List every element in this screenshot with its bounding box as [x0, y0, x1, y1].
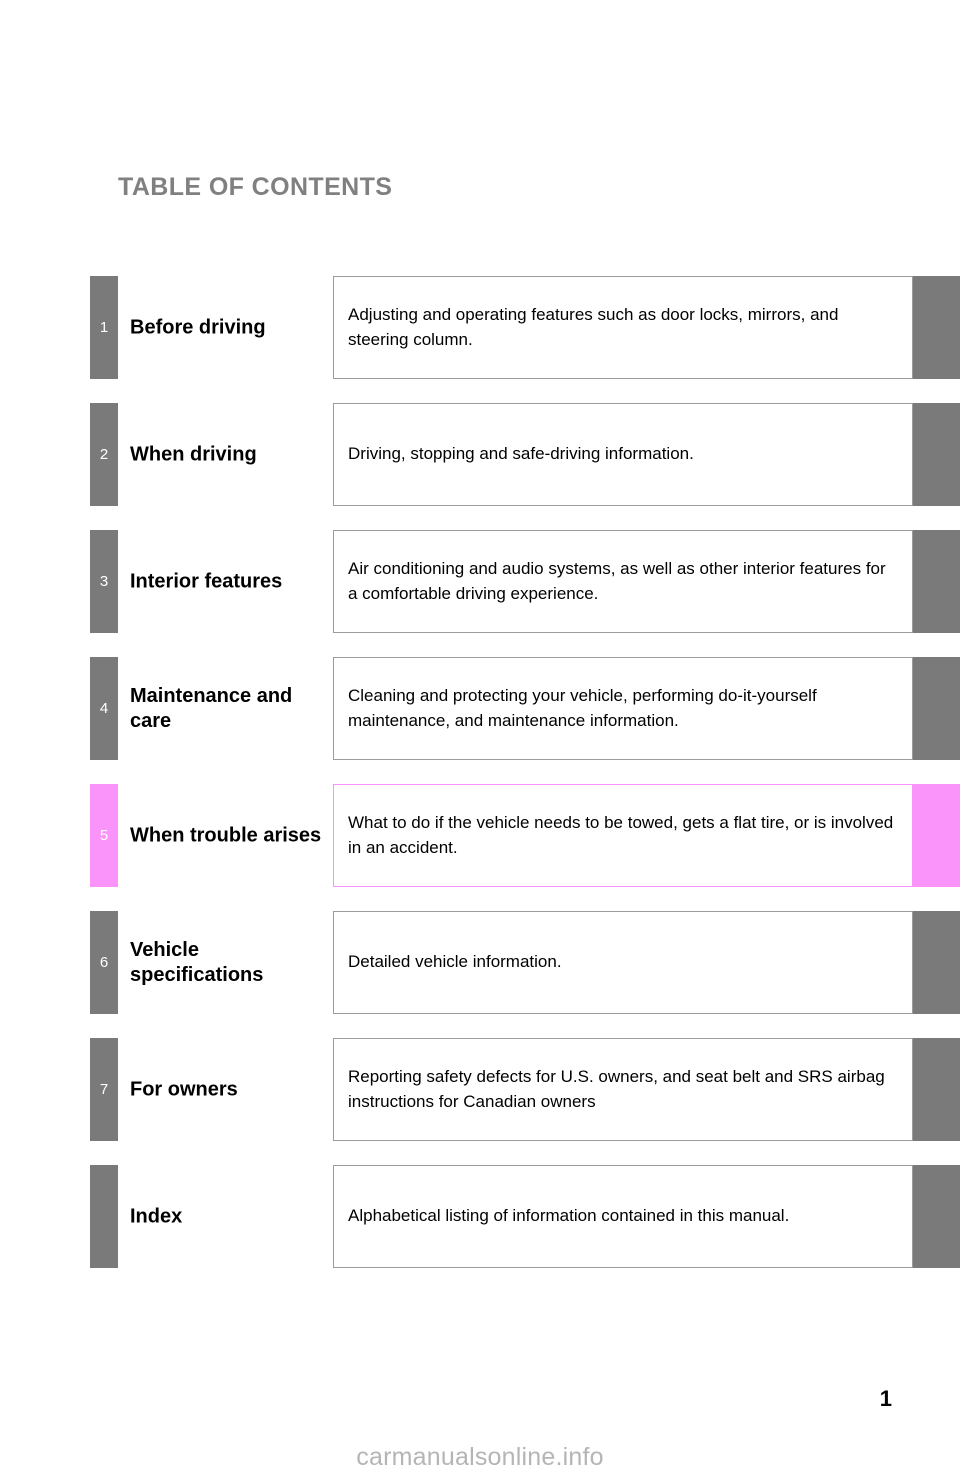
chapter-number-tab[interactable]: 5 [90, 784, 118, 887]
chapter-title[interactable]: Maintenance and care [130, 684, 330, 734]
chapter-number-tab[interactable]: 1 [90, 276, 118, 379]
chapter-number-tab[interactable]: 3 [90, 530, 118, 633]
page-edge-thumb-tab [913, 911, 960, 1014]
toc-row[interactable]: 2 When driving Driving, stopping and safe-… [0, 403, 960, 506]
chapter-description-box: Reporting safety defects for U.S. owners… [333, 1038, 913, 1141]
page-edge-thumb-tab [913, 530, 960, 633]
chapter-number-tab[interactable]: 4 [90, 657, 118, 760]
chapter-description-text: Alphabetical listing of information cont… [348, 1206, 790, 1226]
chapter-description-text: Driving, stopping and safe-driving infor… [348, 444, 694, 464]
page-edge-thumb-tab [913, 1165, 960, 1268]
chapter-description-box: Driving, stopping and safe-driving infor… [333, 403, 913, 506]
toc-row[interactable]: 5 When trouble arises What to do if the ve… [0, 784, 960, 887]
chapter-title[interactable]: Vehicle specifications [130, 938, 330, 988]
page-edge-thumb-tab [913, 276, 960, 379]
chapter-description-text: Detailed vehicle information. [348, 952, 562, 972]
chapter-description-text: Reporting safety defects for U.S. owners… [348, 1066, 885, 1111]
chapter-description-box: Adjusting and operating features such as… [333, 276, 913, 379]
toc-row[interactable]: 4 Maintenance and care Cleaning and protec… [0, 657, 960, 760]
site-watermark: carmanualsonline.info [356, 1443, 604, 1471]
page-edge-thumb-tab [913, 403, 960, 506]
chapter-title[interactable]: Interior features [130, 569, 330, 594]
chapter-title[interactable]: For owners [130, 1077, 330, 1102]
chapter-description-box: What to do if the vehicle needs to be to… [333, 784, 913, 887]
chapter-description-text: Cleaning and protecting your vehicle, pe… [348, 685, 817, 730]
toc-row[interactable]: 3 Interior features Air conditioning and a… [0, 530, 960, 633]
chapter-number-tab[interactable]: 2 [90, 403, 118, 506]
toc-row[interactable]: Index Alphabetical listing of information… [0, 1165, 960, 1268]
page-edge-thumb-tab [913, 784, 960, 887]
chapter-title[interactable]: When trouble arises [130, 823, 330, 848]
page-number: 1 [879, 1386, 892, 1411]
chapter-description-box: Cleaning and protecting your vehicle, pe… [333, 657, 913, 760]
chapter-title[interactable]: Before driving [130, 315, 330, 340]
chapter-description-text: Air conditioning and audio systems, as w… [348, 558, 886, 603]
toc-row[interactable]: 6 Vehicle specifications Detailed vehicle … [0, 911, 960, 1014]
page-edge-thumb-tab [913, 657, 960, 760]
toc-row[interactable]: 7 For owners Reporting safety defects for … [0, 1038, 960, 1141]
chapter-description-box: Air conditioning and audio systems, as w… [333, 530, 913, 633]
chapter-description-box: Alphabetical listing of information cont… [333, 1165, 913, 1268]
chapter-title[interactable]: Index [130, 1204, 330, 1229]
page-title: TABLE OF CONTENTS [118, 173, 393, 201]
chapter-number-tab[interactable] [90, 1165, 118, 1268]
chapter-number-tab[interactable]: 6 [90, 911, 118, 1014]
chapter-description-box: Detailed vehicle information. [333, 911, 913, 1014]
chapter-description-text: What to do if the vehicle needs to be to… [348, 812, 894, 857]
chapter-description-text: Adjusting and operating features such as… [348, 304, 839, 349]
toc-page: TABLE OF CONTENTS 1 Before driving Adjusti… [0, 0, 960, 1484]
chapter-title[interactable]: When driving [130, 442, 330, 467]
table-of-contents-list: 1 Before driving Adjusting and operating f… [0, 276, 960, 1292]
page-edge-thumb-tab [913, 1038, 960, 1141]
chapter-number-tab[interactable]: 7 [90, 1038, 118, 1141]
toc-row[interactable]: 1 Before driving Adjusting and operating f… [0, 276, 960, 379]
